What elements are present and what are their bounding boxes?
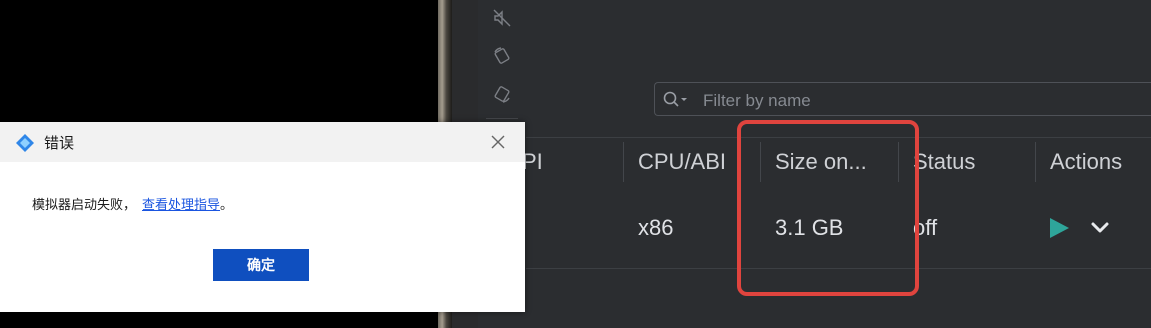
column-size-on-disk[interactable]: Size on... — [775, 138, 867, 186]
help-guide-link[interactable]: 查看处理指导 — [142, 198, 220, 213]
close-icon[interactable] — [488, 132, 508, 152]
device-table-header: PI CPU/ABI Size on... Status Actions — [522, 137, 1151, 187]
app-diamond-icon — [16, 134, 34, 152]
column-status[interactable]: Status — [913, 138, 975, 186]
ok-button[interactable]: 确定 — [213, 249, 309, 281]
chevron-down-icon[interactable] — [1089, 218, 1111, 238]
column-divider[interactable] — [1035, 142, 1036, 182]
column-actions[interactable]: Actions — [1050, 138, 1122, 186]
column-cpu-abi[interactable]: CPU/ABI — [638, 138, 726, 186]
cell-status: off — [913, 215, 938, 240]
volume-mute-icon[interactable] — [492, 8, 512, 28]
dialog-message: 模拟器启动失败， 查看处理指导。 — [32, 194, 233, 213]
dialog-titlebar[interactable]: 错误 — [0, 122, 525, 162]
error-dialog: 错误 模拟器启动失败， 查看处理指导。 确定 — [0, 122, 525, 312]
search-icon[interactable] — [663, 91, 689, 109]
cell-cpu-abi: x86 — [638, 215, 674, 240]
column-divider[interactable] — [760, 142, 761, 182]
dialog-message-end: 。 — [220, 198, 234, 213]
filter-box[interactable] — [654, 82, 1151, 116]
dialog-message-text: 模拟器启动失败， — [32, 198, 137, 213]
table-row[interactable]: x86 3.1 GB off — [526, 186, 1151, 269]
cell-size-on-disk: 3.1 GB — [775, 215, 844, 240]
filter-input[interactable] — [701, 89, 1125, 113]
column-divider[interactable] — [898, 142, 899, 182]
play-icon[interactable] — [1048, 217, 1070, 239]
column-api[interactable]: PI — [522, 138, 543, 186]
rotate-right-icon[interactable] — [492, 84, 512, 104]
toolbar-separator — [486, 118, 518, 119]
column-divider[interactable] — [623, 142, 624, 182]
rotate-left-icon[interactable] — [492, 46, 512, 66]
dialog-title: 错误 — [44, 134, 75, 152]
